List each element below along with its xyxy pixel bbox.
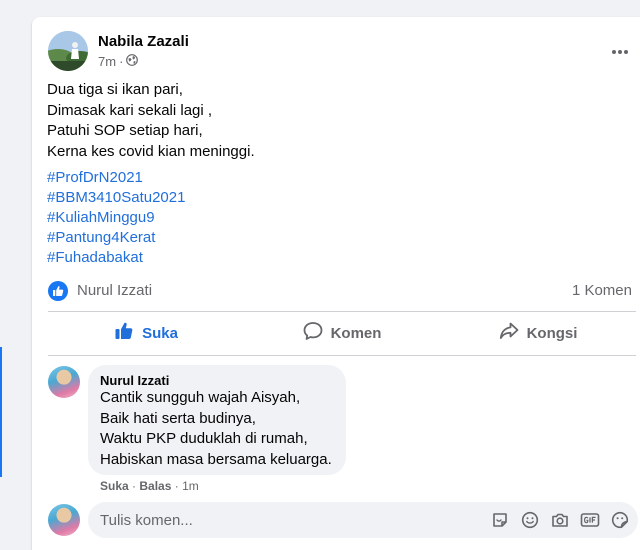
meta-separator: · bbox=[132, 479, 137, 493]
comment-bubble-icon bbox=[303, 321, 323, 345]
gif-icon[interactable] bbox=[580, 509, 600, 531]
hashtag-link[interactable]: #KuliahMinggu9 bbox=[47, 208, 185, 228]
globe-icon[interactable] bbox=[126, 54, 139, 69]
more-options-button[interactable] bbox=[602, 37, 638, 65]
comment-time[interactable]: 1m bbox=[182, 479, 199, 493]
thumbs-up-icon bbox=[114, 321, 134, 345]
comment-reply-button[interactable]: Balas bbox=[139, 479, 171, 493]
hashtag-link[interactable]: #ProfDrN2021 bbox=[47, 168, 185, 188]
comment-author[interactable]: Nurul Izzati bbox=[100, 373, 334, 388]
like-reaction-icon[interactable] bbox=[48, 281, 68, 301]
like-button[interactable]: Suka bbox=[48, 313, 244, 353]
divider bbox=[48, 355, 636, 356]
post-text-line: Dua tiga si ikan pari, bbox=[47, 81, 183, 98]
hashtag-link[interactable]: #BBM3410Satu2021 bbox=[47, 188, 185, 208]
comment-bubble: Nurul Izzati Cantik sungguh wajah Aisyah… bbox=[88, 365, 346, 475]
comment-text-line: Waktu PKP duduklah di rumah, bbox=[100, 430, 308, 447]
share-arrow-icon bbox=[499, 321, 519, 345]
comment-input[interactable] bbox=[100, 511, 470, 529]
comment-text-line: Habiskan masa bersama keluarga. bbox=[100, 450, 332, 468]
post-time[interactable]: 7m bbox=[98, 54, 116, 69]
post-text: Dua tiga si ikan pari, Dimasak kari seka… bbox=[47, 80, 255, 162]
commenter-avatar[interactable] bbox=[48, 366, 80, 398]
comment-composer bbox=[48, 502, 638, 538]
hashtag-link[interactable]: #Pantung4Kerat bbox=[47, 228, 185, 248]
comment-button[interactable]: Komen bbox=[244, 313, 440, 353]
comment-text-line: Baik hati serta budinya, bbox=[100, 409, 256, 427]
emoji-icon[interactable] bbox=[520, 509, 540, 531]
meta-separator: · bbox=[119, 54, 124, 69]
post-header: Nabila Zazali 7m · bbox=[48, 31, 628, 71]
author-avatar[interactable] bbox=[48, 31, 88, 71]
author-name[interactable]: Nabila Zazali bbox=[98, 33, 189, 50]
composer-icons bbox=[490, 509, 630, 531]
comment-label: Komen bbox=[330, 324, 382, 342]
post-card: Nabila Zazali 7m · Dua tiga si ikan pari… bbox=[32, 17, 640, 550]
comment-meta: Suka · Balas · 1m bbox=[100, 479, 199, 493]
comment-thread-line bbox=[0, 347, 2, 477]
divider bbox=[48, 311, 636, 312]
camera-icon[interactable] bbox=[550, 509, 570, 531]
post-meta: 7m · bbox=[98, 54, 139, 69]
hashtag-link[interactable]: #Fuhadabakat bbox=[47, 248, 185, 268]
reactor-name[interactable]: Nurul Izzati bbox=[77, 282, 152, 299]
post-text-line: Kerna kes covid kian meninggi. bbox=[47, 142, 255, 160]
share-button[interactable]: Kongsi bbox=[440, 313, 636, 353]
share-label: Kongsi bbox=[526, 324, 578, 342]
meta-separator: · bbox=[174, 479, 179, 493]
sticker-icon[interactable] bbox=[490, 509, 510, 531]
comment-like-button[interactable]: Suka bbox=[100, 479, 129, 493]
comment-count[interactable]: 1 Komen bbox=[572, 282, 632, 299]
hashtag-list: #ProfDrN2021 #BBM3410Satu2021 #KuliahMin… bbox=[47, 168, 185, 268]
current-user-avatar[interactable] bbox=[48, 504, 80, 536]
reactions-summary: Nurul Izzati 1 Komen bbox=[48, 281, 632, 301]
sticker-face-icon[interactable] bbox=[610, 509, 630, 531]
comment-input-box[interactable] bbox=[88, 502, 638, 538]
post-text-line: Patuhi SOP setiap hari, bbox=[47, 122, 203, 139]
like-label: Suka bbox=[142, 324, 178, 342]
more-horizontal-icon bbox=[611, 42, 629, 60]
post-actions: Suka Komen Kongsi bbox=[48, 313, 636, 353]
comment-text-line: Cantik sungguh wajah Aisyah, bbox=[100, 389, 301, 406]
post-text-line: Dimasak kari sekali lagi , bbox=[47, 101, 213, 119]
